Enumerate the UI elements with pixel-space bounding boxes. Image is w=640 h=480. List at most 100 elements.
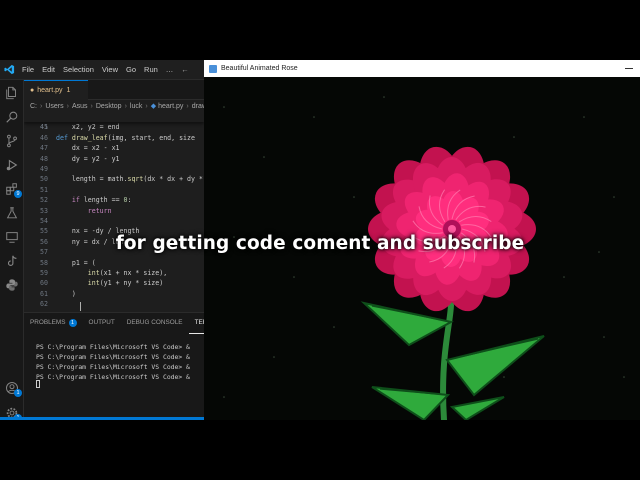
breadcrumb-item[interactable]: Asus — [72, 103, 88, 110]
code-text: int(y1 + ny * size) — [87, 279, 164, 288]
breadcrumb: C: › Users › Asus › Desktop › luck › ◆ heart.… — [30, 100, 204, 112]
line-number: 49 — [40, 165, 48, 173]
breadcrumb-item[interactable]: Users — [45, 103, 63, 110]
code-line[interactable]: 49 — [24, 164, 204, 174]
background-star — [313, 116, 315, 118]
menu-file[interactable]: File — [18, 60, 38, 80]
terminal-line: PS C:\Program Files\Microsoft VS Code> & — [36, 343, 190, 351]
code-text: if length == 0: — [71, 196, 132, 205]
line-number: 58 — [40, 258, 48, 267]
background-star — [383, 96, 385, 98]
code-line[interactable]: 60 int(y1 + ny * size) — [24, 278, 204, 288]
search-icon[interactable] — [0, 106, 24, 128]
extensions-icon[interactable]: 9 — [0, 178, 24, 200]
terminal-cursor[interactable] — [36, 380, 40, 388]
line-number: 62 — [40, 300, 48, 309]
menu-go[interactable]: Go — [122, 60, 140, 80]
line-number: 41 — [40, 123, 48, 132]
rose-flower — [368, 146, 536, 312]
background-star — [223, 396, 225, 398]
background-star — [513, 136, 515, 138]
code-line[interactable]: 51 — [24, 185, 204, 195]
editor-tab-bar: ● heart.py 1 — [24, 80, 204, 100]
background-star — [623, 376, 625, 378]
rose-leaves — [360, 301, 545, 420]
code-line[interactable]: 47 dx = x2 - x1 — [24, 143, 204, 153]
explorer-icon[interactable] — [0, 82, 24, 104]
source-control-icon[interactable] — [0, 130, 24, 152]
code-text: int(x1 + nx * size), — [87, 269, 168, 277]
minimize-icon — [625, 67, 633, 69]
tab-label: heart.py — [37, 87, 63, 94]
breadcrumb-item[interactable]: draw_leaf — [192, 103, 204, 110]
code-text: dy = y2 - y1 — [56, 154, 120, 163]
tab-output[interactable]: OUTPUT — [83, 313, 121, 333]
tab-debug-console[interactable]: DEBUG CONSOLE — [121, 313, 189, 333]
minimize-button[interactable] — [622, 63, 636, 73]
accounts-icon[interactable]: 1 — [0, 377, 24, 399]
code-text: dx = x2 - x1 — [56, 144, 120, 153]
code-editor[interactable]: 45 x2, y2 = end4647 dx = x2 - x148 dy = … — [24, 112, 204, 310]
background-star — [603, 336, 605, 338]
background-star — [563, 276, 565, 278]
menu-view[interactable]: View — [98, 60, 122, 80]
tab-problem-count: 1 — [66, 87, 71, 94]
terminal-line: PS C:\Program Files\Microsoft VS Code> & — [36, 373, 190, 381]
code-line[interactable]: 54 — [24, 216, 204, 226]
code-line[interactable]: 48 dy = y2 - y1 — [24, 154, 204, 164]
code-line[interactable]: 62 — [24, 299, 204, 309]
background-star — [273, 356, 275, 358]
app-icon — [209, 64, 217, 73]
terminal-line: PS C:\Program Files\Microsoft VS Code> & — [36, 353, 190, 361]
breadcrumb-separator: › — [66, 102, 69, 110]
terminal-line: PS C:\Program Files\Microsoft VS Code> & — [36, 363, 190, 371]
line-number: 53 — [40, 206, 48, 215]
rose-window-titlebar[interactable]: Beautiful Animated Rose — [204, 60, 640, 77]
breadcrumb-item[interactable]: Desktop — [96, 103, 122, 110]
code-line[interactable]: 61 ) — [24, 289, 204, 299]
status-bar — [0, 417, 204, 420]
testing-flask-icon[interactable] — [0, 202, 24, 224]
line-number: 52 — [40, 196, 48, 205]
python-file-icon: ● — [30, 87, 35, 94]
code-line[interactable]: 58 p1 = ( — [24, 258, 204, 268]
rose-center — [448, 225, 456, 233]
accounts-badge: 1 — [14, 389, 22, 397]
line-number: 50 — [40, 175, 48, 184]
breadcrumb-item[interactable]: heart.py — [158, 103, 183, 110]
python-icon[interactable] — [0, 274, 24, 296]
vscode-titlebar: File Edit Selection View Go Run … ← — [0, 60, 204, 80]
breadcrumb-item[interactable]: luck — [130, 103, 142, 110]
back-arrow-icon[interactable]: ← — [177, 65, 193, 74]
tab-heart-py[interactable]: ● heart.py 1 — [24, 80, 88, 100]
background-star — [353, 196, 355, 198]
sticky-scroll-line[interactable]: 41 def draw_leaf(img, start, end, size — [24, 112, 204, 142]
code-line[interactable]: 50 length = math.sqrt(dx * dx + dy * dy) — [24, 174, 204, 184]
menu-selection[interactable]: Selection — [59, 60, 98, 80]
leaf — [445, 335, 545, 397]
vscode-logo-icon — [0, 60, 18, 80]
tab-problems[interactable]: PROBLEMS 1 — [24, 313, 83, 333]
line-number: 51 — [40, 185, 48, 194]
line-number: 54 — [40, 217, 48, 225]
breadcrumb-file-icon: ◆ — [150, 103, 157, 110]
run-debug-icon[interactable] — [0, 154, 24, 176]
code-line[interactable]: 45 x2, y2 = end — [24, 122, 204, 132]
video-caption: for getting code coment and subscribe — [115, 233, 525, 254]
leaf — [449, 396, 505, 420]
menu-edit[interactable]: Edit — [38, 60, 59, 80]
code-line[interactable]: 53 return — [24, 206, 204, 216]
breadcrumb-item[interactable]: C: — [30, 103, 37, 110]
breadcrumb-separator: › — [186, 102, 189, 110]
code-line[interactable]: 52 if length == 0: — [24, 195, 204, 205]
menu-more[interactable]: … — [162, 60, 178, 80]
tab-terminal[interactable]: TERMI — [188, 313, 204, 334]
background-star — [333, 326, 335, 328]
background-star — [613, 196, 615, 198]
line-number: 61 — [40, 289, 48, 298]
breadcrumb-separator: › — [145, 102, 148, 110]
menu-run[interactable]: Run — [140, 60, 162, 80]
sticky-code: def draw_leaf(img, start, end, size — [56, 133, 195, 142]
code-line[interactable]: 59 int(x1 + nx * size), — [24, 268, 204, 278]
line-number: 48 — [40, 154, 48, 163]
